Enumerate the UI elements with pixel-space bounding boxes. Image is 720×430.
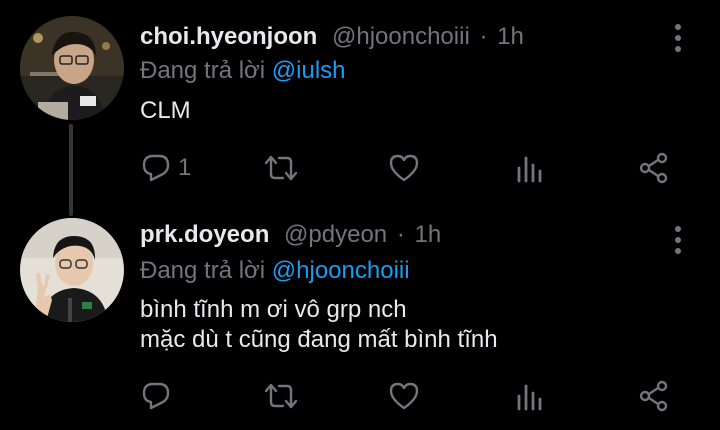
display-name[interactable]: choi.hyeonjoon xyxy=(140,23,317,50)
retweet-icon xyxy=(264,383,298,409)
like-button[interactable] xyxy=(388,148,428,188)
tweet-header: prk.doyeon @pdyeon · 1h xyxy=(140,220,660,250)
retweet-icon xyxy=(264,155,298,181)
replying-to: Đang trả lời @hjoonchoiii xyxy=(140,256,410,286)
timestamp[interactable]: 1h xyxy=(497,23,524,50)
separator-dot: · xyxy=(396,221,405,248)
tweet-text-line: bình tĩnh m ơi vô grp nch xyxy=(140,296,407,323)
share-button[interactable] xyxy=(638,148,678,188)
tweet-text: CLM xyxy=(140,96,191,126)
replying-to-label: Đang trả lời xyxy=(140,57,266,84)
retweet-button[interactable] xyxy=(263,376,303,416)
more-vertical-icon[interactable] xyxy=(666,224,690,256)
tweet-actions xyxy=(0,376,720,416)
analytics-icon xyxy=(517,156,542,183)
tweet-1[interactable]: choi.hyeonjoon @hjoonchoiii · 1h Đang tr… xyxy=(0,0,720,216)
reply-icon xyxy=(142,382,170,410)
avatar-photo xyxy=(20,218,124,322)
avatar-prk-doyeon[interactable] xyxy=(20,218,124,322)
heart-icon xyxy=(389,154,419,182)
reply-button[interactable] xyxy=(140,376,200,416)
mention-link[interactable]: @hjoonchoiii xyxy=(272,257,410,284)
handle[interactable]: @hjoonchoiii xyxy=(332,23,470,50)
analytics-icon xyxy=(517,384,542,411)
reply-button[interactable]: 1 xyxy=(140,148,200,188)
more-vertical-icon[interactable] xyxy=(666,22,690,54)
tweet-text-line: CLM xyxy=(140,97,191,124)
timestamp[interactable]: 1h xyxy=(414,221,441,248)
heart-icon xyxy=(389,382,419,410)
tweet-text: bình tĩnh m ơi vô grp nch mặc dù t cũng … xyxy=(140,295,498,355)
analytics-button[interactable] xyxy=(514,376,554,416)
share-icon xyxy=(639,152,668,184)
reply-count: 1 xyxy=(178,154,192,181)
tweet-2[interactable]: prk.doyeon @pdyeon · 1h Đang trả lời @hj… xyxy=(0,208,720,430)
tweet-text-line: mặc dù t cũng đang mất bình tĩnh xyxy=(140,326,498,353)
display-name[interactable]: prk.doyeon xyxy=(140,221,269,248)
reply-icon xyxy=(142,154,170,182)
replying-to-label: Đang trả lời xyxy=(140,257,266,284)
separator-dot: · xyxy=(479,23,488,50)
handle[interactable]: @pdyeon xyxy=(284,221,387,248)
tweet-header: choi.hyeonjoon @hjoonchoiii · 1h xyxy=(140,22,660,52)
tweet-actions: 1 xyxy=(0,148,720,188)
replying-to: Đang trả lời @iulsh xyxy=(140,56,346,86)
avatar-photo xyxy=(20,16,124,120)
avatar-choi-hyeonjoon[interactable] xyxy=(20,16,124,120)
retweet-button[interactable] xyxy=(263,148,303,188)
share-icon xyxy=(639,380,668,412)
mention-link[interactable]: @iulsh xyxy=(272,57,346,84)
like-button[interactable] xyxy=(388,376,428,416)
analytics-button[interactable] xyxy=(514,148,554,188)
share-button[interactable] xyxy=(638,376,678,416)
